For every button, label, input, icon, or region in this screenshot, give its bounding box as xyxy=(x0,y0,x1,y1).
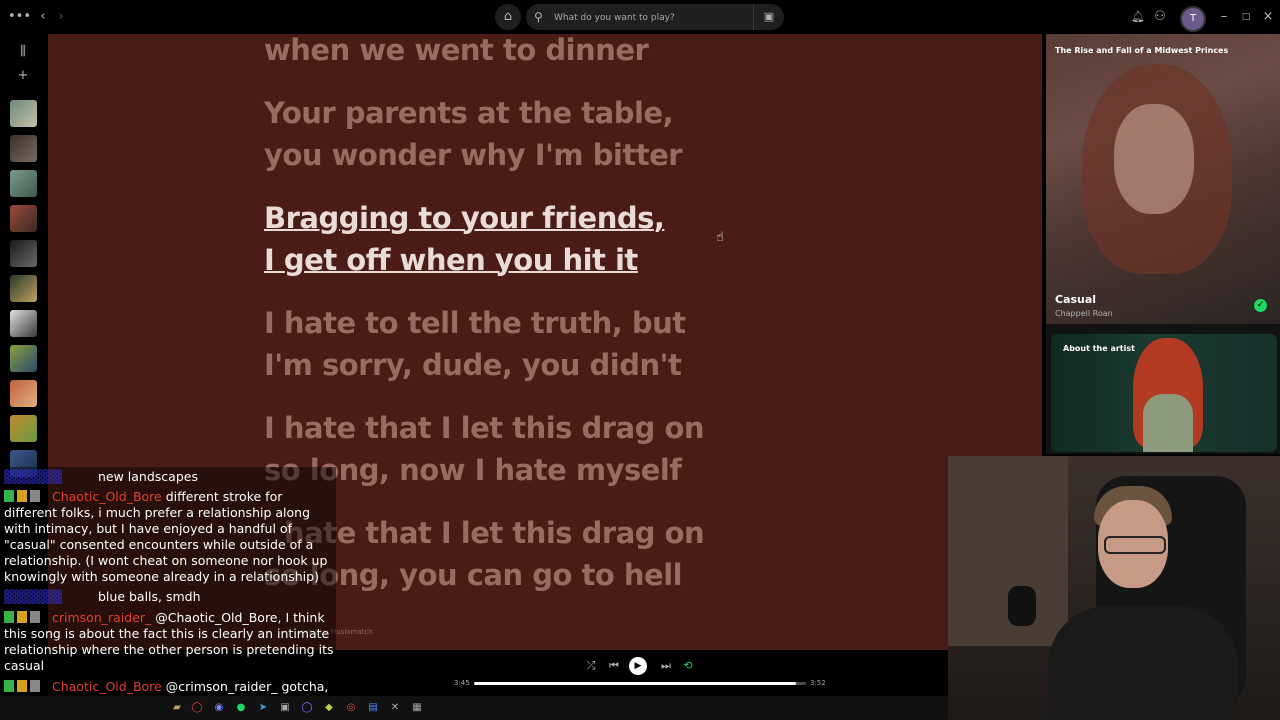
library-item-thumbnail[interactable] xyxy=(10,275,37,302)
maximize-icon[interactable]: □ xyxy=(1237,8,1255,26)
lyric-line[interactable]: Your parents at the table, xyxy=(264,92,674,134)
app-icon[interactable]: ✕ xyxy=(388,701,402,715)
library-item-thumbnail[interactable] xyxy=(10,100,37,127)
forward-arrow-icon[interactable]: › xyxy=(52,8,70,26)
chat-message: ▓▓▓▓▓▓ new landscapes xyxy=(4,469,334,485)
track-artist[interactable]: Chappell Roan xyxy=(1055,309,1113,318)
chat-badges-icon xyxy=(4,611,48,623)
progress-fill xyxy=(474,682,797,685)
app-icon[interactable]: ◎ xyxy=(344,701,358,715)
lyric-line[interactable]: I hate to tell the truth, but xyxy=(264,302,686,344)
lyric-line[interactable]: you wonder why I'm bitter xyxy=(264,134,683,176)
webcam-shirt xyxy=(1048,606,1238,720)
chat-message: crimson_raider_ @Chaotic_Old_Bore, I thi… xyxy=(4,610,334,674)
album-cover xyxy=(1046,34,1280,324)
chat-badges-icon xyxy=(4,680,48,692)
library-item-thumbnail[interactable] xyxy=(10,170,37,197)
play-button[interactable]: ▶ xyxy=(629,657,647,675)
close-icon[interactable]: × xyxy=(1259,8,1277,26)
about-artist-card[interactable]: About the artist xyxy=(1051,334,1277,452)
avatar[interactable]: T xyxy=(1180,6,1206,32)
active-lyric-line[interactable]: Bragging to your friends, xyxy=(264,197,665,239)
chat-username[interactable]: Chaotic_Old_Bore xyxy=(52,679,162,694)
discord-icon[interactable]: ◉ xyxy=(212,701,226,715)
app-icon[interactable]: ▣ xyxy=(278,701,292,715)
chat-username: ▓▓▓▓▓▓ xyxy=(4,469,62,484)
opera-icon[interactable]: ◯ xyxy=(190,701,204,715)
about-artist-label: About the artist xyxy=(1063,344,1135,353)
menu-dots-icon[interactable]: ••• xyxy=(8,8,31,26)
app-icon[interactable]: ▦ xyxy=(410,701,424,715)
chat-text: new landscapes xyxy=(97,469,198,484)
friends-icon[interactable]: ⚇ xyxy=(1151,8,1169,26)
artist-photo-shape xyxy=(1143,394,1193,452)
player-controls: ⤮ ⏮︎ ▶ ⏭︎ ⟲ 3:45 3:52 xyxy=(336,652,948,696)
webcam-glasses xyxy=(1104,536,1166,554)
browse-icon[interactable]: ▣ xyxy=(753,4,784,30)
lyric-line[interactable]: hate that I let this drag on xyxy=(284,512,705,554)
next-icon[interactable]: ⏭︎ xyxy=(658,658,674,674)
progress-bar[interactable] xyxy=(474,682,806,685)
panel-title[interactable]: The Rise and Fall of a Midwest Princes xyxy=(1055,46,1228,55)
top-bar: ••• ‹ › ⌂ ⚲ ▣ 🔔︎ ⚇ T – □ × xyxy=(0,0,1280,34)
lyric-line[interactable]: I hate that I let this drag on xyxy=(264,407,705,449)
chat-text: blue balls, smdh xyxy=(97,589,201,604)
chat-badges-icon xyxy=(4,490,48,502)
saved-check-icon[interactable]: ✓ xyxy=(1254,299,1267,312)
hand-cursor-icon: ☝ xyxy=(716,230,724,245)
back-arrow-icon[interactable]: ‹ xyxy=(34,8,52,26)
chat-username[interactable]: crimson_raider_ xyxy=(52,610,151,625)
cover-art-shape xyxy=(1114,104,1194,214)
library-icon[interactable]: ⫼ xyxy=(14,43,32,61)
search-bar[interactable]: ⚲ ▣ xyxy=(526,4,784,30)
now-playing-panel: The Rise and Fall of a Midwest Princes C… xyxy=(1046,34,1280,454)
previous-icon[interactable]: ⏮︎ xyxy=(606,658,622,674)
lyric-line[interactable]: I'm sorry, dude, you didn't xyxy=(264,344,682,386)
microphone-icon xyxy=(1008,586,1036,626)
telegram-icon[interactable]: ➤ xyxy=(256,701,270,715)
search-icon: ⚲ xyxy=(534,10,543,24)
library-item-thumbnail[interactable] xyxy=(10,205,37,232)
search-input[interactable] xyxy=(552,7,756,29)
minimize-icon[interactable]: – xyxy=(1215,8,1233,26)
home-button[interactable]: ⌂ xyxy=(495,4,521,30)
folder-icon[interactable]: ▰ xyxy=(170,701,184,715)
spotify-icon[interactable]: ● xyxy=(234,701,248,715)
app-icon[interactable]: ◆ xyxy=(322,701,336,715)
chat-message: Chaotic_Old_Bore different stroke for di… xyxy=(4,489,334,585)
library-item-thumbnail[interactable] xyxy=(10,310,37,337)
webcam-feed xyxy=(948,456,1280,720)
library-item-thumbnail[interactable] xyxy=(10,380,37,407)
active-lyric-line[interactable]: I get off when you hit it xyxy=(264,239,638,281)
library-item-thumbnail[interactable] xyxy=(10,240,37,267)
library-item-thumbnail[interactable] xyxy=(10,135,37,162)
bell-icon[interactable]: 🔔︎ xyxy=(1129,8,1147,26)
chat-username[interactable]: Chaotic_Old_Bore xyxy=(52,489,162,504)
stream-chat: ▓▓▓▓▓▓ new landscapes Chaotic_Old_Bore d… xyxy=(0,467,336,717)
chat-message: ▓▓▓▓▓▓ blue balls, smdh xyxy=(4,589,334,605)
chat-username: ▓▓▓▓▓▓ xyxy=(4,589,62,604)
lyric-line[interactable]: when we went to dinner xyxy=(264,34,649,71)
taskbar: ▰ ◯ ◉ ● ➤ ▣ ◯ ◆ ◎ ▤ ✕ ▦ xyxy=(0,696,948,720)
repeat-icon[interactable]: ⟲ xyxy=(680,658,696,674)
track-title[interactable]: Casual xyxy=(1055,293,1096,306)
add-icon[interactable]: + xyxy=(14,67,32,85)
app-icon[interactable]: ◯ xyxy=(300,701,314,715)
total-time: 3:52 xyxy=(810,679,826,687)
library-item-thumbnail[interactable] xyxy=(10,415,37,442)
library-item-thumbnail[interactable] xyxy=(10,345,37,372)
app-icon[interactable]: ▤ xyxy=(366,701,380,715)
shuffle-icon[interactable]: ⤮ xyxy=(583,658,599,674)
elapsed-time: 3:45 xyxy=(454,679,470,687)
